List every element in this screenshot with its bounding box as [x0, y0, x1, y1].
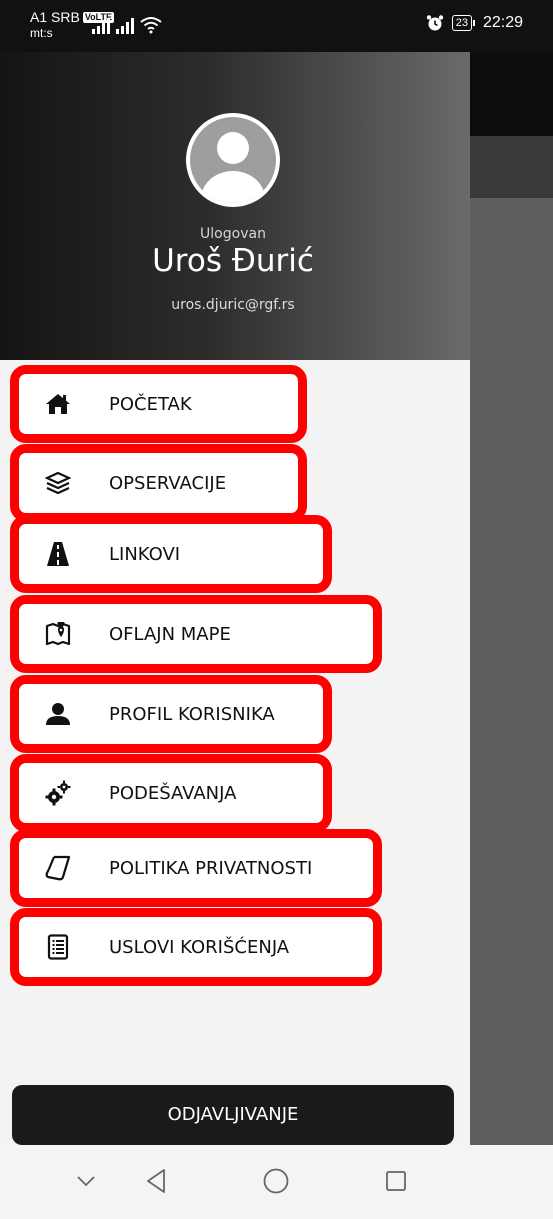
menu-item-oflajn-mape[interactable]: OFLAJN MAPE — [10, 595, 382, 673]
logout-button[interactable]: ODJAVLJIVANJE — [12, 1085, 454, 1145]
menu-item-label: OPSERVACIJE — [109, 473, 227, 494]
carrier-name: A1 SRB — [30, 9, 80, 25]
menu-item-uslovi-koriscenja[interactable]: USLOVI KORIŠĆENJA — [10, 908, 382, 986]
menu-item-pocetak[interactable]: POČETAK — [10, 365, 307, 443]
alarm-icon — [426, 15, 443, 31]
menu-item-profil-korisnika[interactable]: PROFIL KORISNIKA — [10, 675, 332, 753]
back-button[interactable] — [140, 1165, 172, 1197]
system-nav-bar — [0, 1145, 553, 1219]
gears-icon — [45, 780, 71, 806]
user-icon — [45, 701, 71, 727]
drawer-header: Ulogovan Uroš Đurić uros.djuric@rgf.rs — [0, 52, 470, 360]
layers-icon — [45, 470, 71, 496]
avatar — [186, 113, 280, 207]
battery-icon: 23 — [451, 15, 475, 31]
menu-item-label: USLOVI KORIŠĆENJA — [109, 937, 290, 958]
recents-button[interactable] — [380, 1165, 412, 1197]
signal-strength-icon — [92, 18, 110, 34]
document-curl-icon — [45, 855, 71, 881]
menu-item-label: PROFIL KORISNIKA — [109, 704, 275, 725]
navigation-drawer: Ulogovan Uroš Đurić uros.djuric@rgf.rs P… — [0, 52, 470, 1145]
home-icon — [45, 391, 71, 417]
signal-strength-icon — [116, 18, 134, 34]
home-circle-icon — [263, 1168, 289, 1194]
menu-item-label: LINKOVI — [109, 544, 181, 565]
app-toolbar — [470, 52, 553, 136]
user-email: uros.djuric@rgf.rs — [171, 297, 295, 313]
app-tab-bar — [470, 136, 553, 198]
hide-nav-button[interactable] — [70, 1165, 102, 1197]
status-bar: A1 SRB VoLTE mt:s 23 22:29 — [0, 0, 553, 52]
list-document-icon — [45, 934, 71, 960]
menu-item-label: POČETAK — [109, 394, 192, 415]
home-button[interactable] — [260, 1165, 292, 1197]
menu-item-label: OFLAJN MAPE — [109, 624, 231, 645]
menu-item-label: PODEŠAVANJA — [109, 783, 237, 804]
user-silhouette-icon — [201, 132, 265, 203]
menu-item-label: POLITIKA PRIVATNOSTI — [109, 858, 313, 879]
login-status: Ulogovan — [200, 226, 266, 242]
wifi-icon — [140, 17, 162, 34]
signal-indicators — [92, 16, 162, 34]
user-name: Uroš Đurić — [152, 243, 314, 279]
back-triangle-icon — [147, 1169, 165, 1193]
menu-item-opservacije[interactable]: OPSERVACIJE — [10, 444, 307, 522]
menu-item-podesavanja[interactable]: PODEŠAVANJA — [10, 754, 332, 832]
road-icon — [45, 541, 71, 567]
recents-square-icon — [386, 1171, 406, 1191]
clock: 22:29 — [482, 14, 523, 31]
menu-item-politika-privatnosti[interactable]: POLITIKA PRIVATNOSTI — [10, 829, 382, 907]
map-marker-icon — [45, 621, 71, 647]
drawer-scrim[interactable] — [470, 52, 553, 1145]
chevron-down-icon — [77, 1176, 95, 1187]
menu-item-linkovi[interactable]: LINKOVI — [10, 515, 332, 593]
